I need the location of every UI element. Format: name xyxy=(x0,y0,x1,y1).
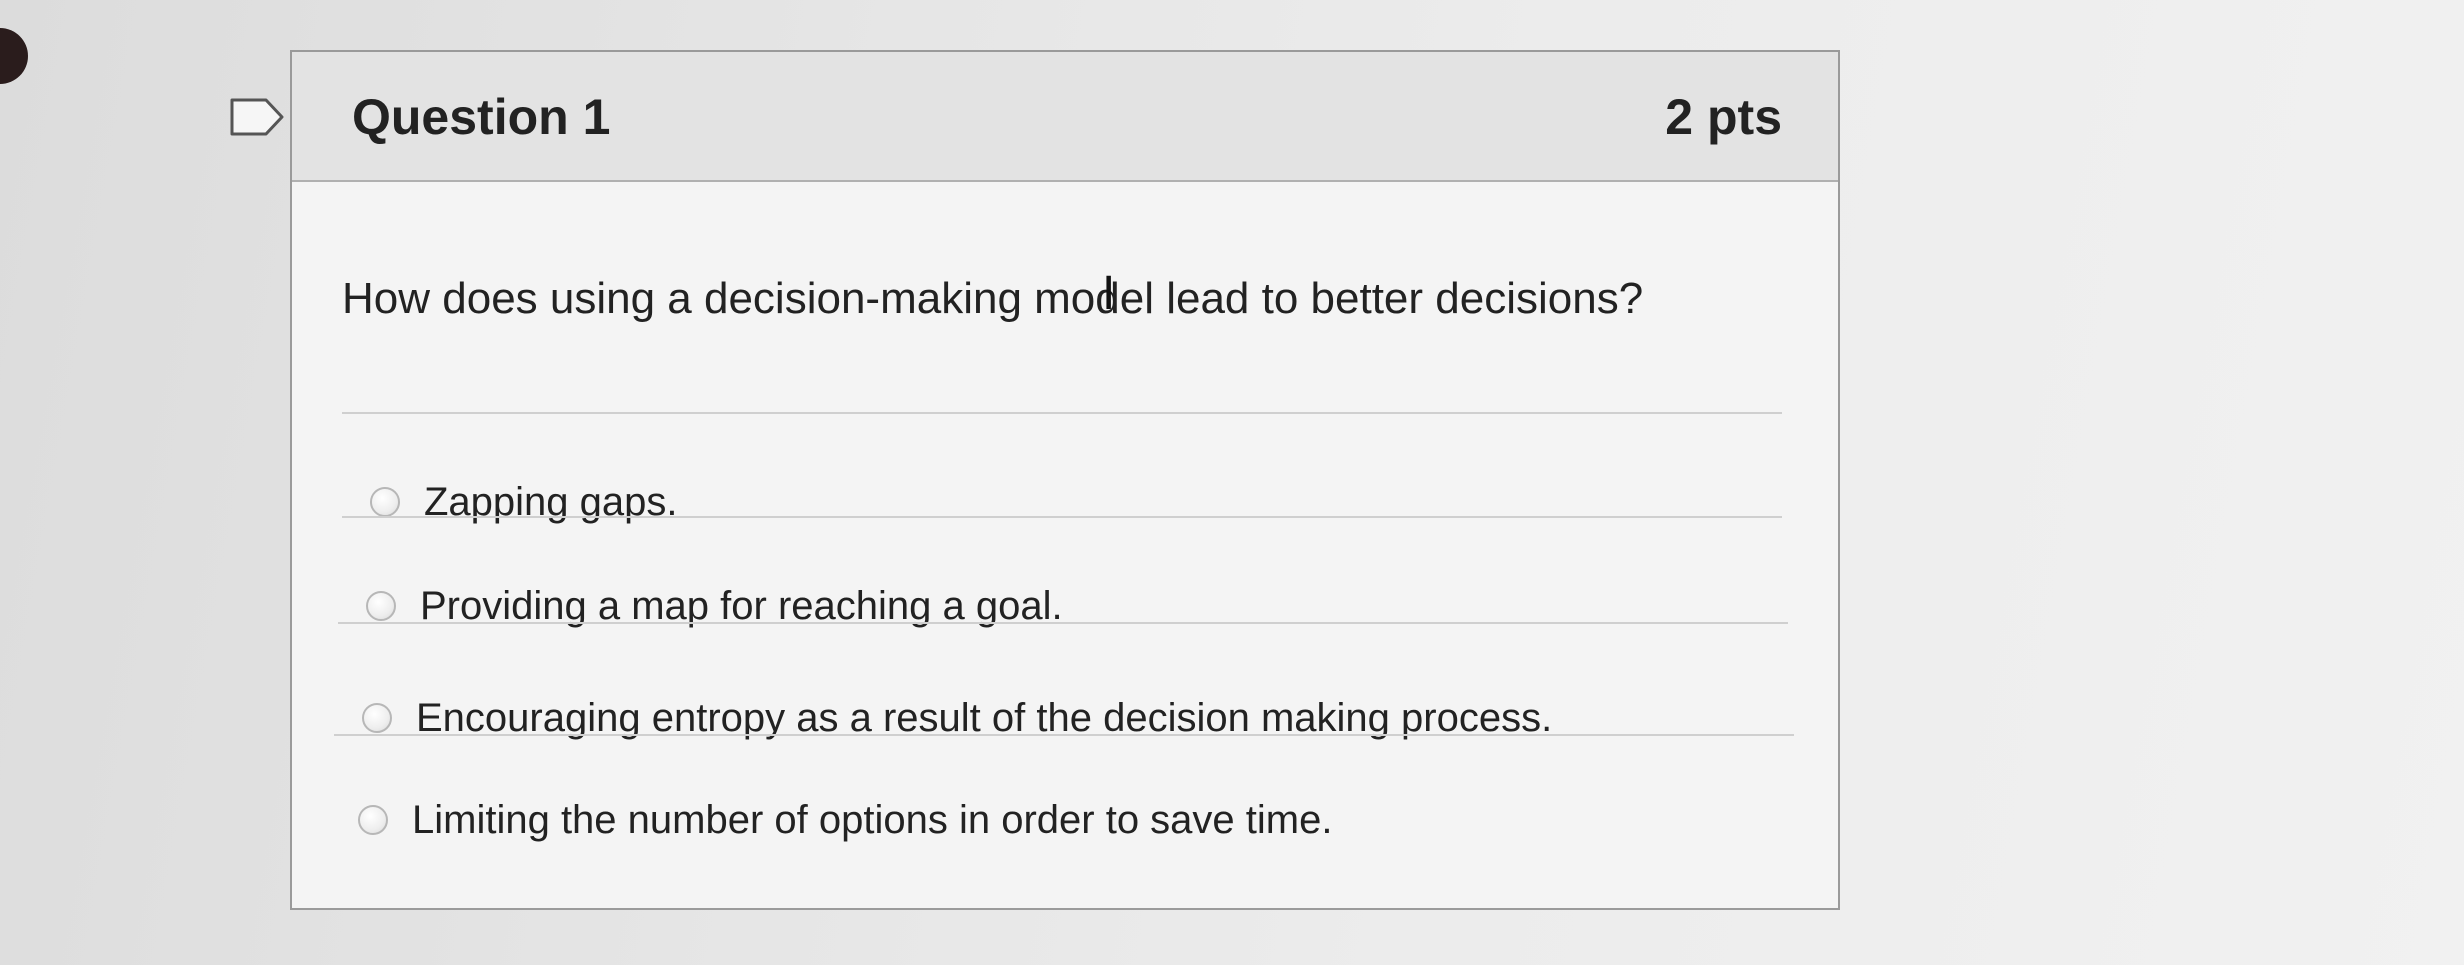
question-text: How does using a decision-making model l… xyxy=(342,274,1644,323)
answer-label: Limiting the number of options in order … xyxy=(412,797,1333,842)
radio-button[interactable] xyxy=(366,591,396,621)
answer-option[interactable]: Encouraging entropy as a result of the d… xyxy=(362,688,1552,748)
question-card: Question 1 2 pts How does using a decisi… xyxy=(290,50,1840,910)
answer-divider xyxy=(334,734,1794,736)
answer-option[interactable]: Limiting the number of options in order … xyxy=(358,790,1332,850)
answers-top-divider xyxy=(342,412,1782,414)
question-points: 2 pts xyxy=(1665,89,1782,145)
answer-option[interactable]: Zapping gaps. xyxy=(370,472,678,532)
question-title: Question 1 xyxy=(352,89,611,145)
radio-button[interactable] xyxy=(358,805,388,835)
edge-shadow xyxy=(0,28,28,84)
question-header: Question 1 2 pts xyxy=(292,52,1838,182)
radio-button[interactable] xyxy=(370,487,400,517)
radio-button[interactable] xyxy=(362,703,392,733)
answer-option[interactable]: Providing a map for reaching a goal. xyxy=(366,576,1063,636)
flag-question-icon[interactable] xyxy=(228,96,286,138)
answer-divider xyxy=(342,516,1782,518)
answer-divider xyxy=(338,622,1788,624)
text-cursor-icon: I xyxy=(1102,267,1116,320)
